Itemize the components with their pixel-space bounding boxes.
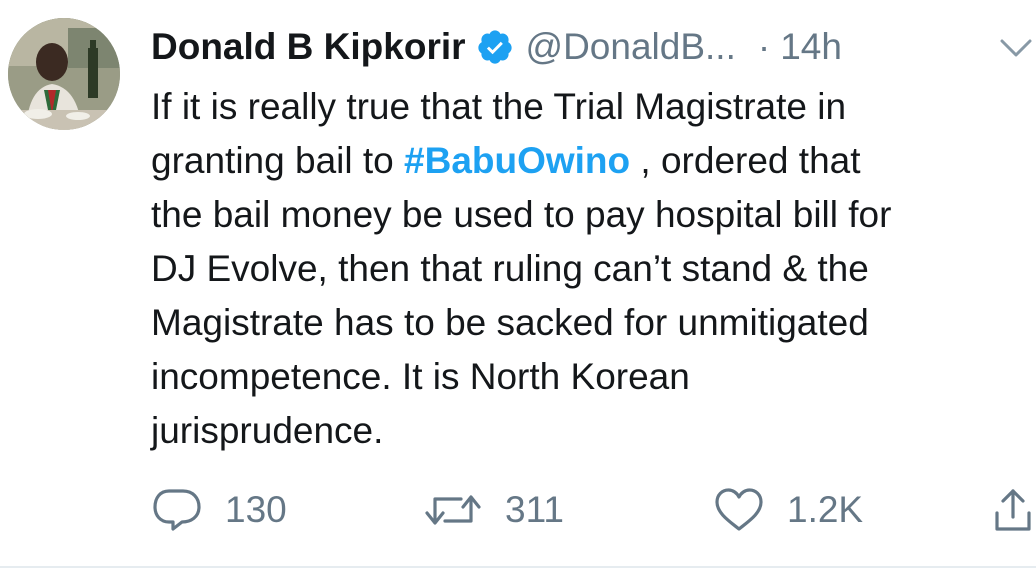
chevron-down-icon[interactable] <box>998 36 1034 60</box>
avatar[interactable] <box>8 18 120 130</box>
share-icon <box>995 489 1031 531</box>
reply-bubble-icon <box>153 489 201 531</box>
hashtag-link[interactable]: #BabuOwino <box>404 140 630 181</box>
retweet-icon <box>425 495 481 525</box>
timestamp[interactable]: 14h <box>780 26 842 68</box>
retweet-button[interactable]: 311 <box>423 485 564 535</box>
tweet-text-line: If it is really true that the Trial Magi… <box>151 86 847 127</box>
reply-count: 130 <box>225 489 287 530</box>
tweet-text-line: DJ Evolve, then that ruling can’t stand … <box>151 248 869 289</box>
reply-button[interactable]: 130 <box>151 485 287 535</box>
tweet-text-line: incompetence. It is North Korean <box>151 356 690 397</box>
heart-icon <box>715 488 763 531</box>
avatar-photo <box>8 18 120 130</box>
author-handle[interactable]: @DonaldB... <box>526 26 736 68</box>
like-count: 1.2K <box>787 489 864 530</box>
tweet-header: Donald B Kipkorir @DonaldB... · 14h <box>151 22 842 72</box>
retweet-count: 311 <box>505 489 564 530</box>
share-button[interactable] <box>991 485 1035 535</box>
author-name[interactable]: Donald B Kipkorir <box>151 26 466 68</box>
like-button[interactable]: 1.2K <box>713 485 863 535</box>
action-bar: 130 311 1.2K <box>151 485 1036 535</box>
divider <box>0 566 1036 568</box>
tweet-text-line: granting bail to #BabuOwino , ordered th… <box>151 140 861 181</box>
verified-badge-icon <box>476 28 514 66</box>
tweet-text-line: Magistrate has to be sacked for unmitiga… <box>151 302 869 343</box>
separator-dot: · <box>757 26 771 67</box>
tweet-text: If it is really true that the Trial Magi… <box>151 80 1036 458</box>
tweet-text-line: the bail money be used to pay hospital b… <box>151 194 892 235</box>
tweet-card[interactable]: Donald B Kipkorir @DonaldB... · 14h If i… <box>0 0 1036 570</box>
tweet-text-line: jurisprudence. <box>151 410 384 451</box>
